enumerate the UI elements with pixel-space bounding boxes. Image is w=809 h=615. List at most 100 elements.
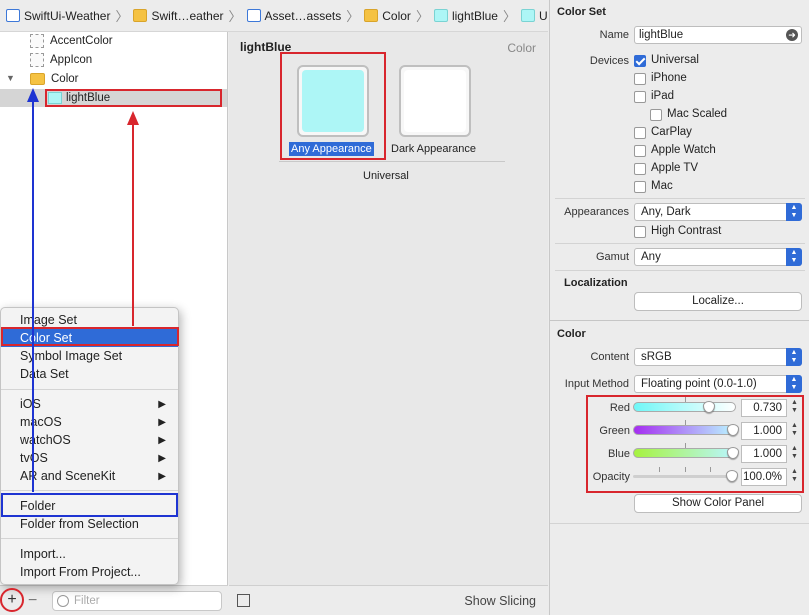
folder-icon [364, 9, 379, 22]
slider-knob[interactable] [727, 424, 739, 436]
menu-item-folder-from-selection[interactable]: Folder from Selection [1, 515, 178, 533]
checkbox-mac[interactable] [634, 181, 646, 193]
slider-knob[interactable] [703, 401, 716, 413]
filter-input[interactable]: Filter [52, 590, 222, 611]
localization-title: Localization [564, 277, 628, 289]
gamut-popup[interactable]: Any ▲ ▼ [634, 248, 802, 266]
dark-appearance-label: Dark Appearance [391, 143, 476, 155]
localize-button[interactable]: Localize... [634, 292, 802, 311]
appearances-popup[interactable]: Any, Dark ▲ ▼ [634, 203, 802, 221]
submenu-arrow-icon: ▶ [158, 452, 166, 464]
opacity-slider[interactable] [633, 470, 738, 482]
menu-item-data-set[interactable]: Data Set [1, 365, 178, 383]
checkbox-high-contrast[interactable] [634, 226, 646, 238]
green-slider[interactable] [633, 424, 739, 436]
red-value-field[interactable]: 0.730 [741, 399, 787, 417]
section-divider [550, 523, 809, 524]
add-button[interactable]: + [3, 591, 21, 610]
stepper-icon[interactable]: ▲ ▼ [791, 422, 799, 440]
stepper-icon[interactable]: ▲ ▼ [791, 468, 799, 486]
color-set-icon [48, 92, 62, 104]
show-slicing-button[interactable]: Show Slicing [464, 594, 536, 608]
slider-knob[interactable] [726, 470, 738, 482]
any-appearance-swatch[interactable] [297, 65, 369, 137]
disclosure-triangle-icon[interactable]: ▼ [6, 73, 15, 83]
submenu-arrow-icon: ▶ [158, 434, 166, 446]
channel-label: Green [599, 425, 630, 437]
breadcrumb-item-assets[interactable]: Asset…assets [246, 9, 341, 23]
breadcrumb-item-color[interactable]: Color [364, 9, 411, 23]
menu-item-image-set[interactable]: Image Set [1, 311, 178, 329]
nav-item-lightblue[interactable]: lightBlue [0, 89, 227, 107]
nav-item-appicon[interactable]: AppIcon [30, 51, 92, 69]
slider-knob[interactable] [727, 447, 739, 459]
checkbox-iphone[interactable] [634, 73, 646, 85]
breadcrumb-item-lightblue[interactable]: lightBlue [433, 9, 498, 23]
remove-button[interactable]: − [28, 592, 37, 610]
swift-file-icon [6, 9, 20, 22]
menu-item-folder[interactable]: Folder [1, 497, 178, 515]
menu-item-symbol-image-set[interactable]: Symbol Image Set [1, 347, 178, 365]
checkbox-label-iphone: iPhone [651, 72, 687, 84]
stepper-icon[interactable]: ▲ ▼ [791, 445, 799, 463]
menu-item-import[interactable]: Import... [1, 545, 178, 563]
nav-item-color-folder[interactable]: Color [30, 70, 78, 88]
section-divider [555, 243, 805, 244]
checkbox-apple-watch[interactable] [634, 145, 646, 157]
slicing-grid-icon[interactable] [237, 594, 250, 607]
submenu-arrow-icon: ▶ [158, 416, 166, 428]
slider-tick [684, 467, 686, 472]
channel-row-red: Red 0.730 ▲ ▼ [550, 397, 809, 420]
input-method-label: Input Method [564, 378, 629, 390]
blue-value-field[interactable]: 1.000 [741, 445, 787, 463]
checkbox-carplay[interactable] [634, 127, 646, 139]
dark-appearance-swatch[interactable] [399, 65, 471, 137]
chevron-right-icon: 〉 [502, 9, 516, 24]
checkbox-label-high-contrast: High Contrast [651, 225, 722, 237]
breadcrumb-item-universal[interactable]: Universal [521, 9, 548, 23]
checkbox-mac-scaled[interactable] [650, 109, 662, 121]
show-color-panel-button[interactable]: Show Color Panel [634, 494, 802, 513]
content-popup[interactable]: sRGB ▲ ▼ [634, 348, 802, 366]
any-appearance-fill [302, 70, 364, 132]
blue-slider[interactable] [633, 447, 739, 459]
go-arrow-icon[interactable]: ➜ [786, 29, 798, 41]
asset-placeholder-icon [30, 53, 44, 67]
checkbox-universal[interactable] [634, 55, 646, 67]
navigator-bottom-bar: + − Filter [0, 585, 228, 615]
name-field[interactable]: lightBlue ➜ [634, 26, 802, 44]
channel-label: Blue [607, 448, 630, 460]
menu-item-color-set[interactable]: Color Set [1, 329, 178, 347]
stepper-icon[interactable]: ▲ ▼ [791, 399, 799, 417]
checkbox-apple-tv[interactable] [634, 163, 646, 175]
opacity-value-field[interactable]: 100.0% [741, 468, 787, 486]
color-set-section-title: Color Set [557, 6, 606, 18]
breadcrumb-item-group[interactable]: Swift…eather [133, 9, 224, 23]
green-value-field[interactable]: 1.000 [741, 422, 787, 440]
channel-row-opacity: Opacity 100.0% ▲ ▼ [550, 467, 809, 489]
checkbox-label-mac: Mac [651, 180, 673, 192]
popup-arrows-icon: ▲ ▼ [786, 348, 802, 366]
menu-item-ios[interactable]: iOS ▶ [1, 395, 178, 413]
slider-tick [710, 467, 712, 472]
gamut-label: Gamut [595, 251, 629, 263]
breadcrumb-item-project[interactable]: SwiftUi-Weather [6, 9, 110, 23]
menu-item-macos[interactable]: macOS ▶ [1, 413, 178, 431]
menu-item-watchos[interactable]: watchOS ▶ [1, 431, 178, 449]
red-slider[interactable] [633, 401, 736, 413]
asset-catalog-icon [246, 9, 261, 22]
chevron-right-icon: 〉 [115, 9, 129, 24]
appearances-label: Appearances [564, 206, 629, 218]
input-method-popup[interactable]: Floating point (0.0-1.0) ▲ ▼ [634, 375, 802, 393]
breadcrumb: SwiftUi-Weather 〉 Swift…eather 〉 Asset…a… [0, 0, 548, 32]
channel-label: Red [609, 402, 630, 414]
nav-item-accentcolor[interactable]: AccentColor [30, 32, 113, 50]
checkbox-ipad[interactable] [634, 91, 646, 103]
menu-item-tvos[interactable]: tvOS ▶ [1, 449, 178, 467]
chevron-right-icon: 〉 [346, 9, 360, 24]
menu-item-ar-scenekit[interactable]: AR and SceneKit ▶ [1, 467, 178, 485]
folder-icon [30, 73, 45, 85]
checkbox-label-ipad: iPad [651, 90, 675, 102]
menu-item-import-from-project[interactable]: Import From Project... [1, 563, 178, 581]
devices-label: Devices [589, 55, 629, 67]
